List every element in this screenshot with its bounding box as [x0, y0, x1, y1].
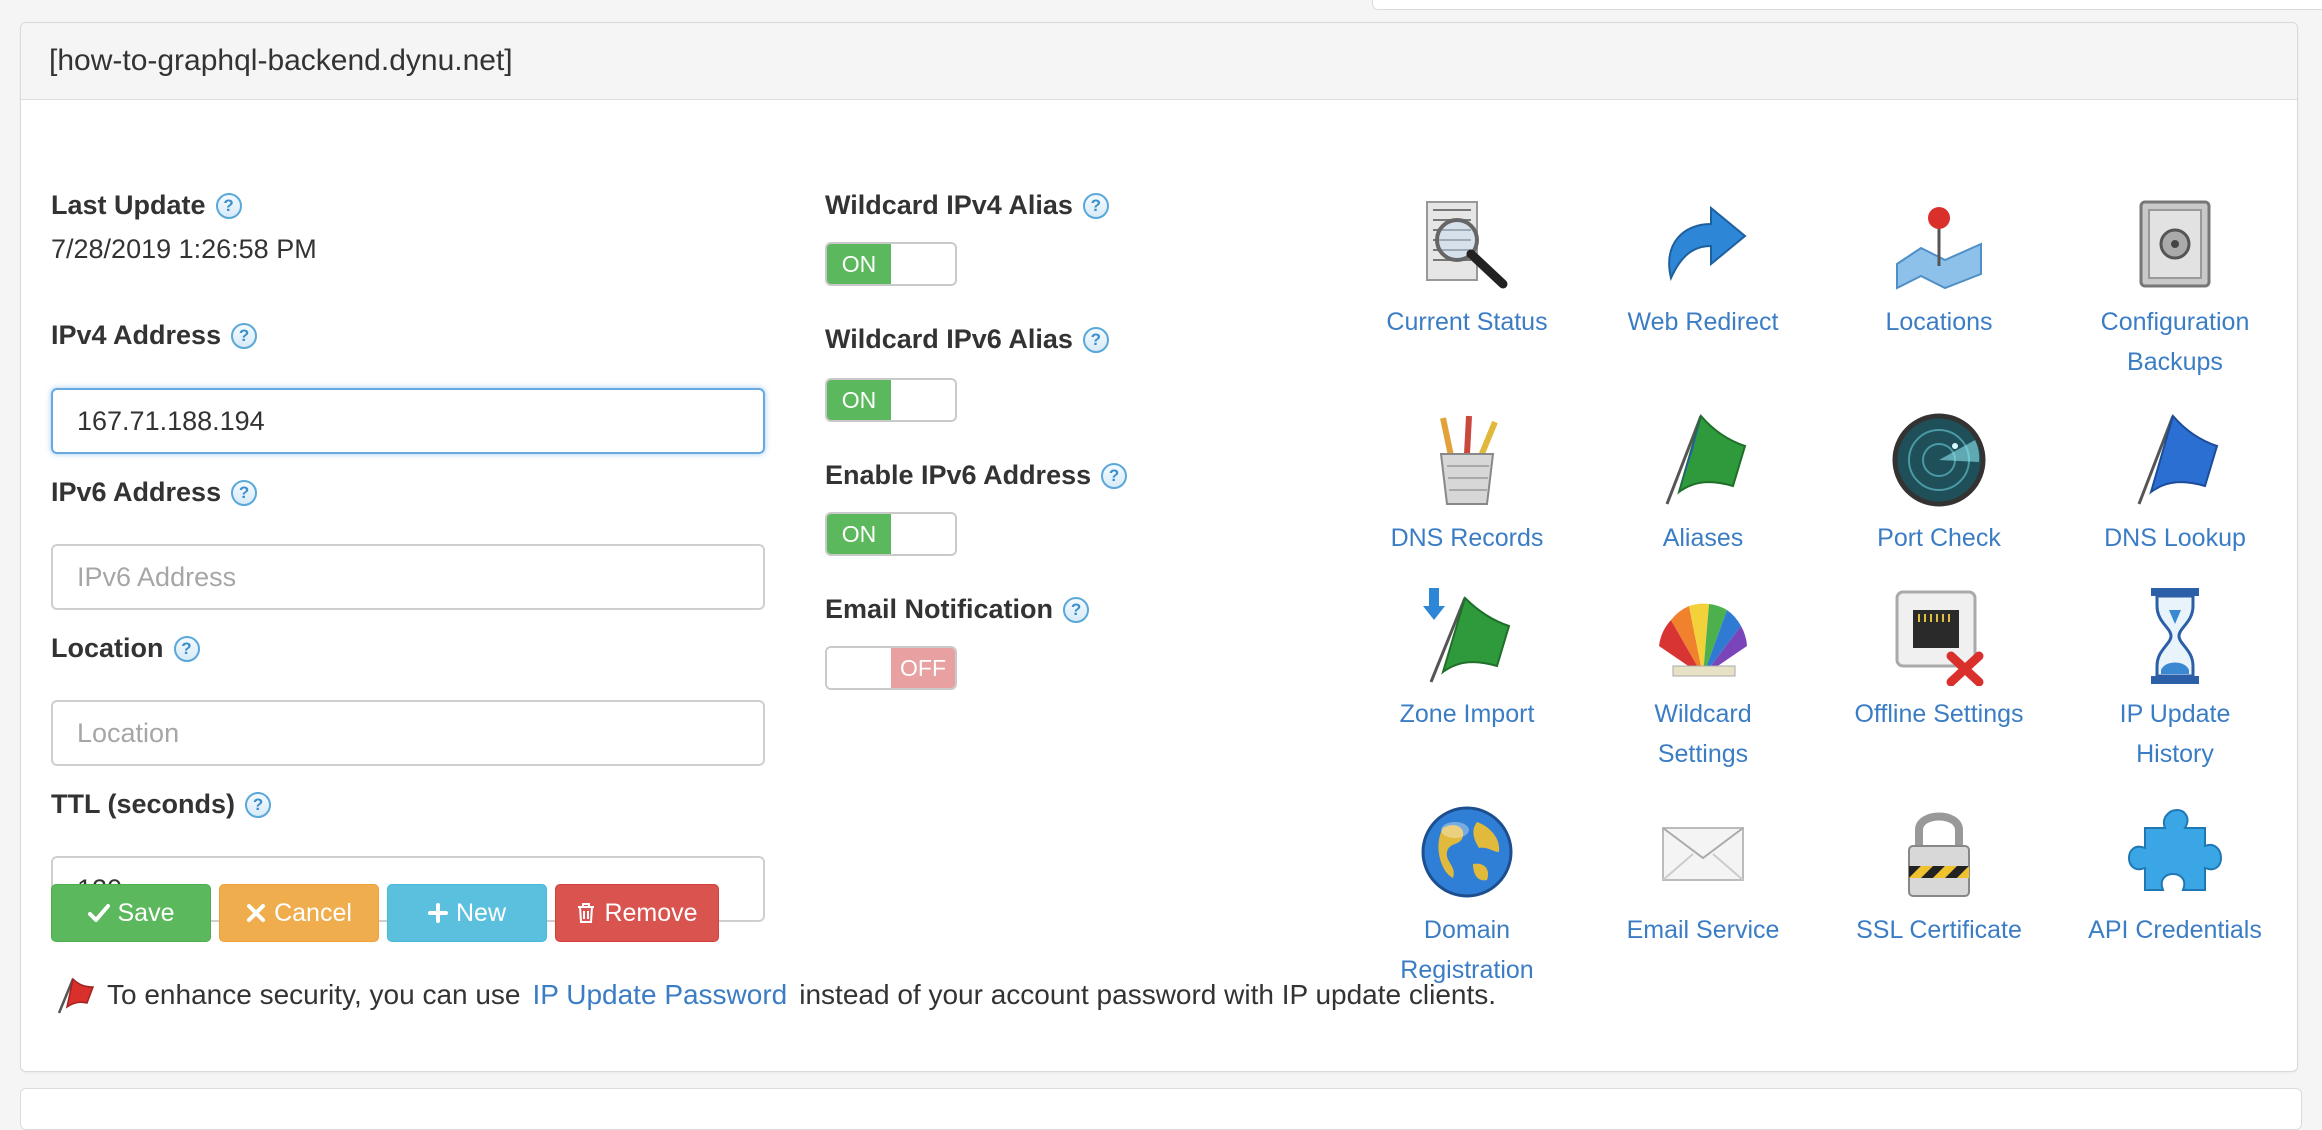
redirect-arrow-icon	[1668, 205, 1747, 282]
trash-icon	[578, 903, 595, 923]
tile-ip-update-history[interactable]: IP Update History	[2065, 586, 2285, 774]
padlock-icon	[1908, 812, 1970, 897]
times-icon	[247, 904, 266, 922]
plus-icon	[427, 903, 448, 923]
enable-ipv6-toggle[interactable]: ON	[825, 512, 957, 556]
red-flag-icon	[57, 977, 95, 1014]
security-notice: To enhance security, you can use IP Upda…	[51, 975, 1496, 1015]
radar-icon	[1892, 413, 1986, 507]
ip-update-password-link[interactable]: IP Update Password	[533, 979, 788, 1011]
help-icon[interactable]: ?	[231, 322, 258, 349]
ipv4-label: IPv4 Address ?	[51, 320, 258, 351]
email-notification-toggle[interactable]: OFF	[825, 646, 957, 690]
help-icon[interactable]: ?	[1082, 326, 1109, 353]
flag-import-icon	[1423, 588, 1511, 683]
tile-email-service[interactable]: Email Service	[1593, 802, 1813, 950]
tile-domain-registration[interactable]: Domain Registration	[1357, 802, 1577, 990]
panel-body: Last Update ? 7/28/2019 1:26:58 PM IPv4 …	[21, 100, 2297, 1070]
toggle-on-indicator: ON	[827, 514, 891, 554]
tile-wildcard-settings[interactable]: Wildcard Settings	[1593, 586, 1813, 774]
tile-web-redirect[interactable]: Web Redirect	[1593, 194, 1813, 342]
tile-port-check[interactable]: Port Check	[1829, 410, 2049, 558]
domain-panel: [how-to-graphql-backend.dynu.net] Last U…	[20, 22, 2298, 1072]
safe-icon	[2139, 200, 2211, 288]
tile-zone-import[interactable]: Zone Import	[1357, 586, 1577, 734]
map-pin-icon	[1896, 207, 1982, 290]
tile-dns-lookup[interactable]: DNS Lookup	[2065, 410, 2285, 558]
tile-aliases[interactable]: Aliases	[1593, 410, 1813, 558]
envelope-icon	[1662, 827, 1744, 881]
tile-offline-settings[interactable]: Offline Settings	[1829, 586, 2049, 734]
last-update-value: 7/28/2019 1:26:58 PM	[51, 234, 317, 264]
help-icon[interactable]: ?	[231, 479, 258, 506]
toggle-knob	[891, 244, 955, 284]
panel-title: [how-to-graphql-backend.dynu.net]	[21, 23, 2297, 100]
tile-locations[interactable]: Locations	[1829, 194, 2049, 342]
notice-text-before: To enhance security, you can use	[107, 979, 521, 1010]
toggle-on-indicator: ON	[827, 244, 891, 284]
puzzle-icon	[2127, 808, 2223, 891]
check-icon	[87, 904, 110, 922]
network-port-icon	[1895, 590, 1984, 686]
wildcard-ipv6-label: Wildcard IPv6 Alias ?	[825, 324, 1109, 355]
tile-configuration-backups[interactable]: Configuration Backups	[2065, 194, 2285, 382]
blue-flag-icon	[2137, 413, 2219, 505]
last-update-label: Last Update ?	[51, 190, 242, 221]
new-button[interactable]: New	[387, 884, 547, 942]
adjacent-panel-top	[1372, 0, 2322, 10]
wildcard-ipv6-toggle[interactable]: ON	[825, 378, 957, 422]
help-icon[interactable]: ?	[173, 635, 200, 662]
globe-icon	[1421, 806, 1513, 898]
color-fan-icon	[1659, 603, 1747, 677]
hourglass-icon	[2151, 588, 2199, 684]
tile-current-status[interactable]: Current Status	[1357, 194, 1577, 342]
help-icon[interactable]: ?	[245, 791, 272, 818]
email-notification-label: Email Notification ?	[825, 594, 1090, 625]
toggle-knob	[891, 380, 955, 420]
toggle-off-indicator: OFF	[891, 648, 955, 688]
cancel-button[interactable]: Cancel	[219, 884, 379, 942]
ttl-label: TTL (seconds) ?	[51, 789, 272, 820]
save-button[interactable]: Save	[51, 884, 211, 942]
ipv6-label: IPv6 Address ?	[51, 477, 258, 508]
location-label: Location ?	[51, 633, 200, 664]
tile-ssl-certificate[interactable]: SSL Certificate	[1829, 802, 2049, 950]
flag-icon	[1665, 413, 1747, 505]
ipv4-input[interactable]	[51, 388, 765, 454]
help-icon[interactable]: ?	[1063, 596, 1090, 623]
tile-api-credentials[interactable]: API Credentials	[2065, 802, 2285, 950]
ipv6-input[interactable]	[51, 544, 765, 610]
toggle-knob	[827, 648, 891, 688]
toggle-on-indicator: ON	[827, 380, 891, 420]
toggle-knob	[891, 514, 955, 554]
pencil-cup-icon	[1439, 415, 1498, 505]
remove-button[interactable]: Remove	[555, 884, 719, 942]
notice-text-after: instead of your account password with IP…	[799, 979, 1497, 1010]
help-icon[interactable]: ?	[215, 192, 242, 219]
enable-ipv6-label: Enable IPv6 Address ?	[825, 460, 1128, 491]
adjacent-panel-bottom	[20, 1088, 2302, 1130]
location-input[interactable]	[51, 700, 765, 766]
help-icon[interactable]: ?	[1082, 192, 1109, 219]
help-icon[interactable]: ?	[1101, 462, 1128, 489]
wildcard-ipv4-label: Wildcard IPv4 Alias ?	[825, 190, 1109, 221]
wildcard-ipv4-toggle[interactable]: ON	[825, 242, 957, 286]
magnifier-icon	[1426, 201, 1508, 289]
tile-dns-records[interactable]: DNS Records	[1357, 410, 1577, 558]
